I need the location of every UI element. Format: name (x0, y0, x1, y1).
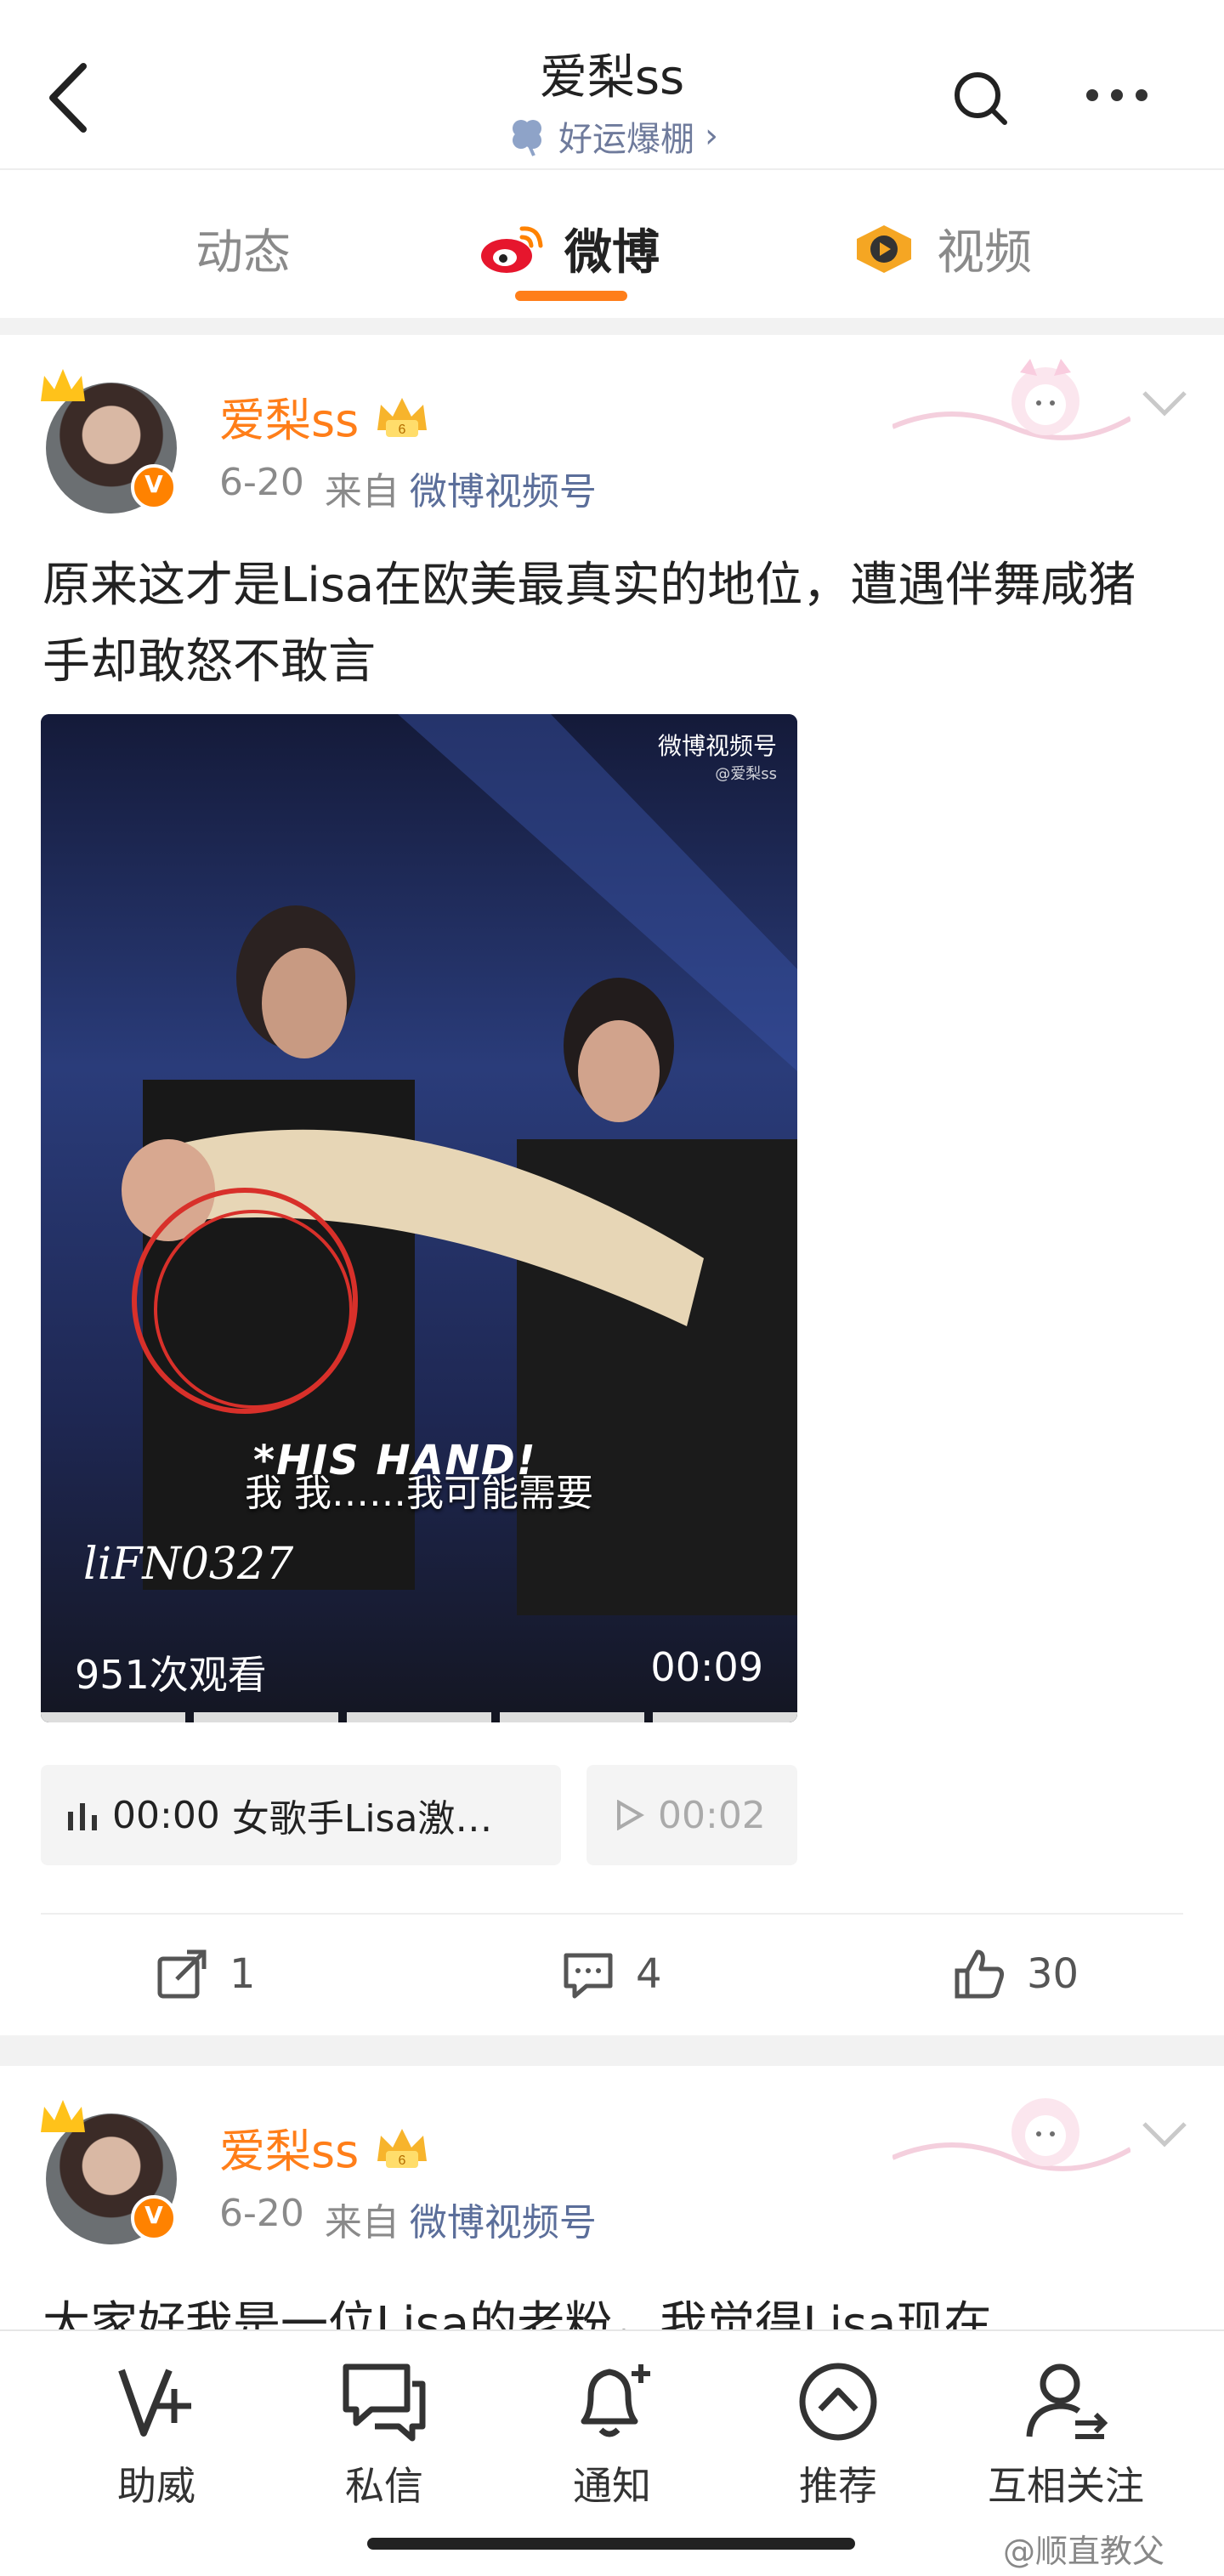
section-separator (0, 318, 1224, 335)
audio-time: 00:00 (112, 1793, 220, 1837)
comment-icon (564, 1953, 613, 1999)
author-name-text: 爱梨ss (219, 2125, 360, 2178)
crown-icon (41, 2100, 85, 2132)
from-label: 来自 (324, 2201, 400, 2244)
play-icon (617, 1800, 645, 1830)
weibo-logo-icon (481, 225, 543, 273)
header-title-block: 爱梨ss 好运爆棚 › (0, 39, 1224, 161)
repost-button[interactable]: 1 (155, 1947, 256, 2001)
watermark-text: @顺直教父 (1003, 2533, 1165, 2570)
nav-item-notifications[interactable]: 通知 (518, 2355, 706, 2511)
more-options-icon[interactable] (1086, 78, 1148, 112)
tab-dynamic[interactable]: 动态 (196, 214, 291, 283)
video-signature: liFN0327 (83, 1539, 294, 1590)
up-circle-icon (799, 2363, 877, 2441)
nav-item-mutual-follow[interactable]: 互相关注 (972, 2355, 1159, 2511)
v-plus-icon (118, 2369, 191, 2437)
thumbs-up-icon (955, 1949, 1004, 1999)
like-button[interactable]: 30 (952, 1947, 1079, 2001)
verified-badge-icon (131, 464, 177, 510)
video-chapter-bar[interactable] (41, 1712, 797, 1722)
status-subtitle[interactable]: 好运爆棚 › (506, 111, 718, 161)
author-name[interactable]: 爱梨ss 6 (219, 2114, 434, 2181)
section-separator (0, 2035, 1224, 2066)
audio-title: 女歌手Lisa激… (231, 1797, 493, 1841)
video-subtitle: 我 我……我可能需要 (245, 1472, 593, 1515)
from-label: 来自 (324, 470, 400, 513)
avatar[interactable] (41, 2100, 178, 2244)
repost-count: 1 (230, 1950, 256, 1998)
post-actions: 1 4 30 (0, 1938, 1224, 2023)
avatar[interactable] (41, 369, 178, 513)
author-name-text: 爱梨ss (219, 394, 360, 447)
home-indicator[interactable] (367, 2538, 855, 2550)
subtitle-text: 好运爆棚 (558, 120, 694, 159)
audio-chip-next[interactable]: 00:02 (586, 1765, 797, 1865)
vip-crown-badge-icon: 6 (377, 2128, 428, 2168)
nav-label: 通知 (573, 2463, 651, 2509)
search-icon[interactable] (950, 68, 1010, 128)
post-card[interactable]: 爱梨ss 6 6-20 来自 微博视频号 大家好我是一位Lisa的老粉，我觉得L… (0, 2066, 1224, 2352)
post-source[interactable]: 微博视频号 (410, 2192, 597, 2246)
tab-label: 动态 (196, 225, 291, 281)
video-logo-sub: @爱梨ss (715, 765, 777, 783)
video-view-count: 951次观看 (75, 1652, 267, 1698)
tab-label: 视频 (937, 225, 1032, 281)
crown-icon (41, 369, 85, 401)
nav-item-cheer[interactable]: 助威 (63, 2355, 250, 2511)
repost-icon (157, 1949, 207, 1999)
tab-label: 微博 (564, 225, 660, 281)
nav-label: 推荐 (799, 2463, 877, 2509)
mutual-follow-icon (1026, 2363, 1108, 2439)
audio-bars-icon (68, 1803, 97, 1830)
clover-icon (513, 120, 541, 156)
audio-chip[interactable]: 00:00 女歌手Lisa激… (41, 1765, 561, 1865)
svg-text:6: 6 (399, 423, 406, 437)
tab-weibo[interactable]: 微博 (478, 214, 660, 283)
nav-label: 互相关注 (988, 2463, 1144, 2509)
video-watermark: 微博视频号 @爱梨ss (658, 728, 777, 784)
post-meta: 6-20 来自 微博视频号 (219, 461, 597, 515)
nav-label: 助威 (117, 2463, 196, 2509)
post-source[interactable]: 微博视频号 (410, 461, 597, 515)
message-icon (343, 2363, 426, 2442)
post-date: 6-20 (219, 2192, 304, 2235)
profile-tabs: 动态 微博 视频 (0, 172, 1224, 316)
post-date: 6-20 (219, 461, 304, 504)
video-channel-icon (857, 224, 911, 273)
post-divider (41, 1913, 1183, 1915)
video-duration: 00:09 (650, 1644, 763, 1690)
video-logo-text: 微博视频号 (657, 732, 777, 760)
bell-icon (581, 2364, 650, 2437)
nav-item-recommend[interactable]: 推荐 (745, 2355, 932, 2511)
page-title: 爱梨ss (539, 50, 685, 105)
vip-crown-badge-icon: 6 (377, 397, 428, 437)
decorative-sticker-icon (892, 359, 1130, 440)
comment-count: 4 (636, 1950, 662, 1998)
video-player[interactable]: 微博视频号 @爱梨ss *HIS HAND! 我 我……我可能需要 liFN03… (41, 714, 797, 1722)
chevron-right-icon: › (705, 116, 718, 156)
decorative-sticker-icon (892, 2098, 1130, 2171)
audio-time-next: 00:02 (658, 1793, 766, 1837)
top-header: 爱梨ss 好运爆棚 › (0, 0, 1224, 170)
svg-text:6: 6 (399, 2153, 406, 2168)
comment-button[interactable]: 4 (561, 1947, 662, 2001)
like-count: 30 (1027, 1950, 1080, 1998)
nav-item-messages[interactable]: 私信 (291, 2355, 478, 2511)
chevron-down-icon[interactable] (1139, 2117, 1190, 2151)
post-meta: 6-20 来自 微博视频号 (219, 2192, 597, 2246)
author-name[interactable]: 爱梨ss 6 (219, 383, 434, 450)
active-tab-indicator (515, 291, 627, 301)
chevron-down-icon[interactable] (1139, 386, 1190, 420)
nav-label: 私信 (345, 2463, 423, 2509)
post-text[interactable]: 原来这才是Lisa在欧美最真实的地位，遭遇伴舞咸猪手却敢怒不敢言 (42, 548, 1182, 701)
verified-badge-icon (131, 2195, 177, 2241)
tab-video[interactable]: 视频 (850, 214, 1032, 283)
